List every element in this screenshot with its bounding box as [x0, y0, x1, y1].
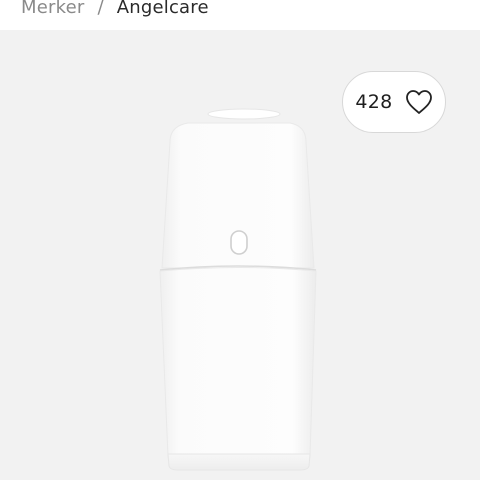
breadcrumb: Merker / Angelcare — [21, 0, 209, 20]
breadcrumb-item-angelcare[interactable]: Angelcare — [117, 0, 209, 18]
breadcrumb-item-merker[interactable]: Merker — [21, 0, 84, 18]
like-count: 428 — [355, 91, 393, 113]
product-image-panel: 428 — [0, 30, 480, 480]
breadcrumb-separator: / — [97, 0, 104, 18]
heart-outline-icon — [405, 90, 432, 114]
like-button[interactable]: 428 — [342, 71, 446, 133]
